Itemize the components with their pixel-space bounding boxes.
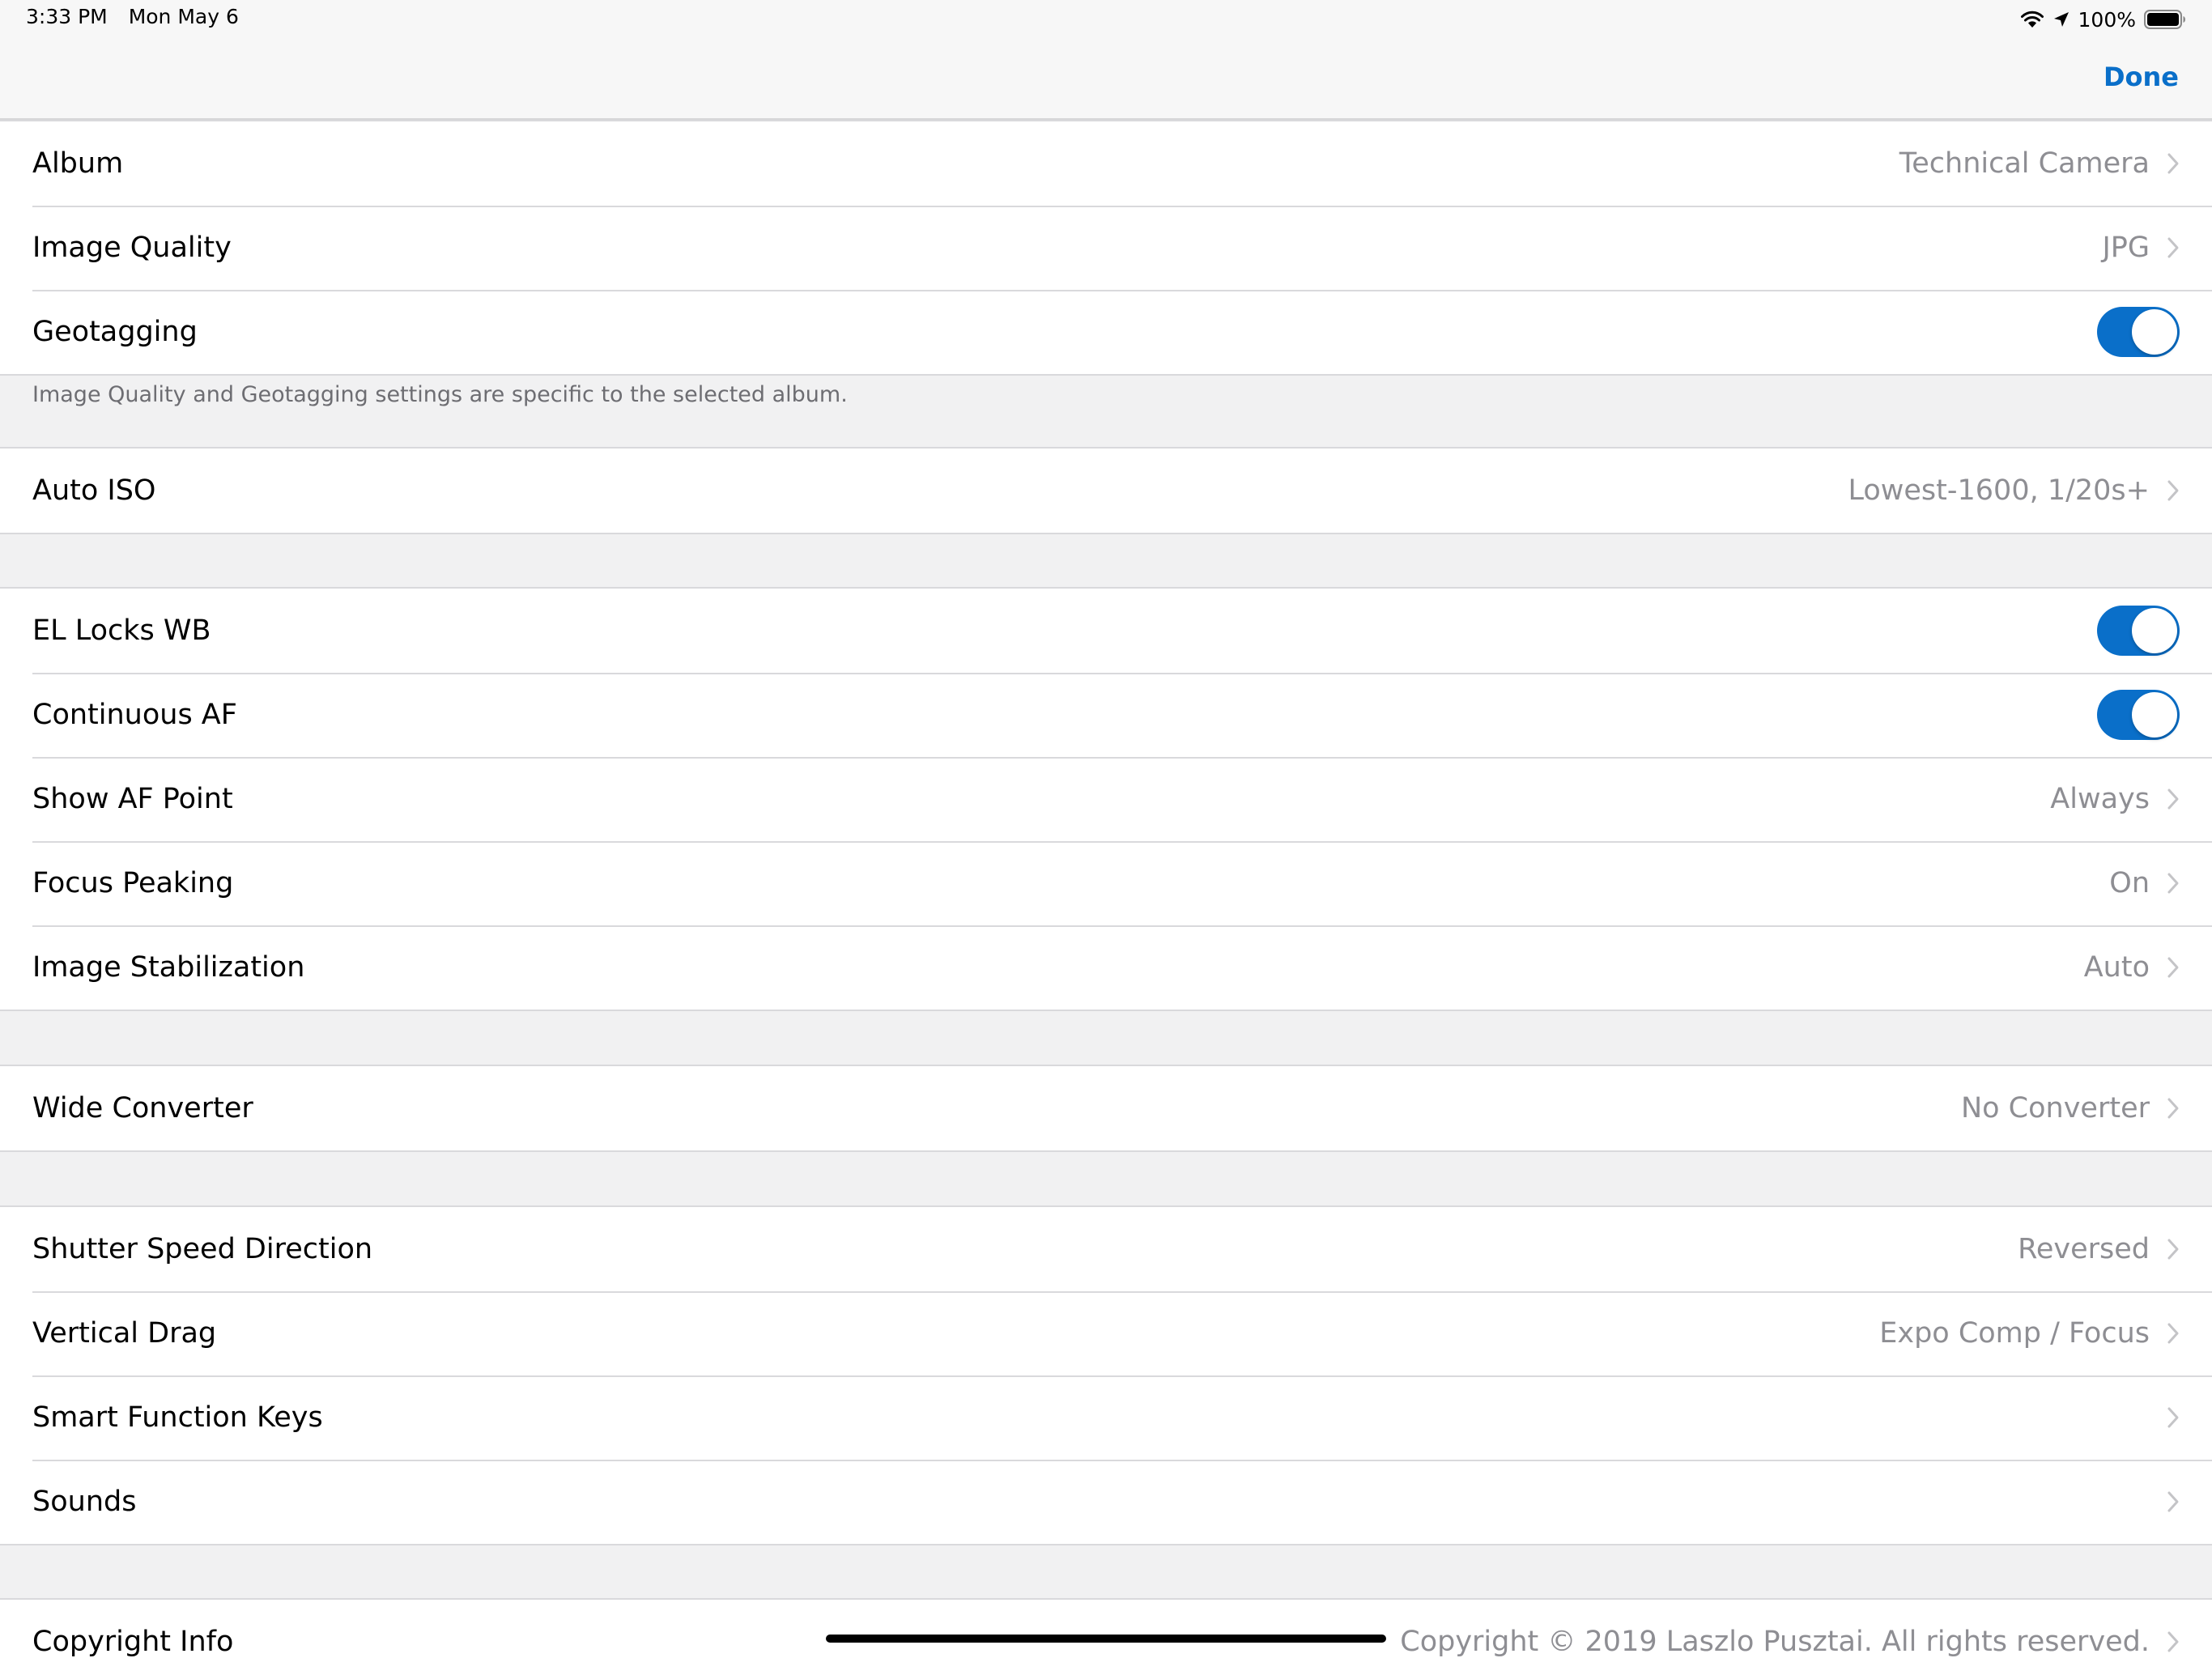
auto-iso-row[interactable]: Auto ISO Lowest-1600, 1/20s+ [0, 449, 2212, 533]
row-label: Smart Function Keys [32, 1401, 323, 1434]
continuous-af-row: Continuous AF [0, 673, 2212, 757]
toggle-knob [2132, 692, 2177, 738]
row-value: Copyright © 2019 Laszlo Pusztai. All rig… [1400, 1626, 2150, 1658]
album-row[interactable]: Album Technical Camera [0, 121, 2212, 206]
row-label: Shutter Speed Direction [32, 1233, 373, 1265]
wifi-icon [2020, 11, 2044, 28]
row-label: Show AF Point [32, 783, 233, 815]
status-time: 3:33 PM [26, 5, 108, 28]
location-icon [2053, 12, 2069, 27]
row-label: Album [32, 147, 124, 180]
chevron-right-icon [2167, 957, 2179, 978]
row-label: Geotagging [32, 316, 198, 348]
row-label: EL Locks WB [32, 614, 211, 647]
row-label: Focus Peaking [32, 867, 234, 899]
chevron-right-icon [2167, 153, 2179, 174]
converter-settings-section: Wide Converter No Converter [0, 1065, 2212, 1152]
el-locks-wb-toggle[interactable] [2097, 606, 2180, 656]
status-date: Mon May 6 [128, 5, 239, 28]
image-stabilization-row[interactable]: Image Stabilization Auto [0, 925, 2212, 1010]
battery-icon [2144, 10, 2185, 29]
chevron-right-icon [2167, 1407, 2179, 1428]
chevron-right-icon [2167, 237, 2179, 258]
wide-converter-row[interactable]: Wide Converter No Converter [0, 1066, 2212, 1150]
row-value: Always [2050, 783, 2150, 815]
chevron-right-icon [2167, 1631, 2179, 1652]
album-settings-section: Album Technical Camera Image Quality JPG… [0, 120, 2212, 376]
battery-percent: 100% [2078, 7, 2136, 32]
chevron-right-icon [2167, 789, 2179, 810]
status-bar: 3:33 PM Mon May 6 100% [0, 0, 2212, 39]
focus-peaking-row[interactable]: Focus Peaking On [0, 841, 2212, 925]
vertical-drag-row[interactable]: Vertical Drag Expo Comp / Focus [0, 1291, 2212, 1375]
row-value: No Converter [1960, 1092, 2150, 1124]
continuous-af-toggle[interactable] [2097, 690, 2180, 740]
navigation-bar: Done [0, 39, 2212, 120]
row-value: Expo Comp / Focus [1879, 1317, 2150, 1350]
settings-screen: 3:33 PM Mon May 6 100% Done Album Techni… [0, 0, 2212, 1658]
row-value: Technical Camera [1899, 147, 2150, 180]
status-bar-left: 3:33 PM Mon May 6 [26, 5, 253, 28]
row-value: JPG [2102, 232, 2150, 264]
done-button[interactable]: Done [2104, 62, 2179, 92]
controls-settings-section: Shutter Speed Direction Reversed Vertica… [0, 1205, 2212, 1545]
row-value: Reversed [2018, 1233, 2150, 1265]
row-value: Auto [2083, 951, 2150, 984]
chevron-right-icon [2167, 873, 2179, 894]
home-indicator[interactable] [826, 1635, 1386, 1643]
geotagging-toggle[interactable] [2097, 307, 2180, 357]
el-locks-wb-row: EL Locks WB [0, 589, 2212, 673]
chevron-right-icon [2167, 1098, 2179, 1119]
row-label: Image Quality [32, 232, 232, 264]
chevron-right-icon [2167, 1323, 2179, 1344]
shutter-speed-direction-row[interactable]: Shutter Speed Direction Reversed [0, 1207, 2212, 1291]
row-label: Auto ISO [32, 474, 156, 507]
focus-settings-section: EL Locks WB Continuous AF Show AF Point … [0, 587, 2212, 1011]
row-label: Image Stabilization [32, 951, 305, 984]
chevron-right-icon [2167, 480, 2179, 501]
row-label: Wide Converter [32, 1092, 253, 1124]
sounds-row[interactable]: Sounds [0, 1460, 2212, 1544]
smart-function-keys-row[interactable]: Smart Function Keys [0, 1375, 2212, 1460]
row-value: Lowest-1600, 1/20s+ [1848, 474, 2150, 507]
image-quality-row[interactable]: Image Quality JPG [0, 206, 2212, 290]
about-settings-section: Copyright Info Copyright © 2019 Laszlo P… [0, 1598, 2212, 1658]
geotagging-row: Geotagging [0, 290, 2212, 374]
row-label: Vertical Drag [32, 1317, 217, 1350]
status-bar-right: 100% [2020, 5, 2186, 34]
row-label: Sounds [32, 1486, 137, 1518]
album-section-footer: Image Quality and Geotagging settings ar… [32, 382, 848, 407]
row-value: On [2109, 867, 2150, 899]
row-label: Continuous AF [32, 699, 237, 731]
toggle-knob [2132, 608, 2177, 653]
copyright-info-row[interactable]: Copyright Info Copyright © 2019 Laszlo P… [0, 1600, 2212, 1658]
toggle-knob [2132, 309, 2177, 355]
iso-settings-section: Auto ISO Lowest-1600, 1/20s+ [0, 447, 2212, 534]
chevron-right-icon [2167, 1239, 2179, 1260]
show-af-point-row[interactable]: Show AF Point Always [0, 757, 2212, 841]
chevron-right-icon [2167, 1491, 2179, 1512]
row-label: Copyright Info [32, 1626, 234, 1658]
